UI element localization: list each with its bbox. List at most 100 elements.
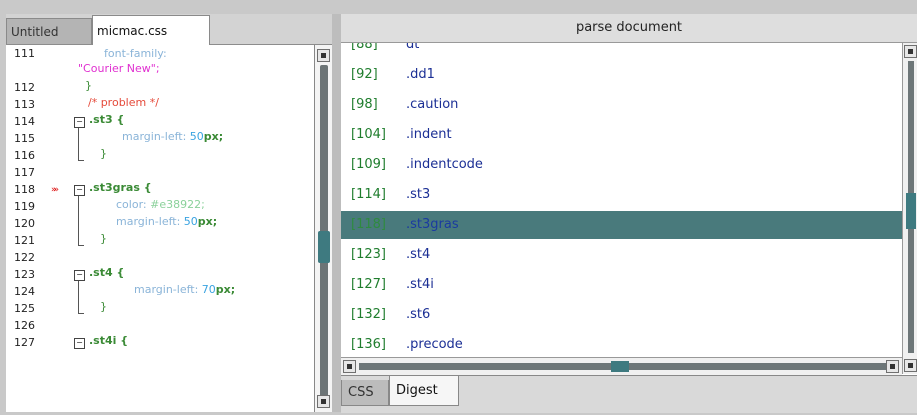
line-number: 111 [14,47,35,60]
code-line-111-cont: "Courier New"; [78,62,160,75]
code-area[interactable]: font-family: "Courier New"; } /* problem… [74,45,314,412]
fold-region-bracket [78,196,84,246]
scroll-thumb[interactable] [906,193,916,229]
fold-toggle-icon[interactable]: − [74,185,85,196]
document-outline-pane: parse document [88] dt [92] .dd1 [98] .cautio… [341,14,917,413]
selector-name: .st4i [406,277,434,292]
css-value-number: 50 [189,130,204,143]
code-line-119: color: #e38922; [116,198,205,211]
selector-name: dt [406,43,420,52]
fold-region-bracket [78,128,84,161]
selector-name: .dd1 [406,67,435,82]
line-number: 123 [14,268,35,281]
scroll-down-button[interactable] [317,395,330,408]
selector-list-item[interactable]: [136] .precode [341,331,902,359]
editor-pane: Untitled micmac.css 111 112 113 114 115 116 11… [6,14,333,412]
selector-list-item[interactable]: [109] .indentcode [341,151,902,179]
selector-list-item[interactable]: [132] .st6 [341,301,902,329]
code-line-113-comment: /* problem */ [88,96,159,109]
outline-vertical-scrollbar[interactable] [902,43,917,374]
code-line-124: margin-left: 70px; [134,283,235,296]
parse-document-button[interactable]: parse document [341,14,917,43]
css-property: margin-left: [116,215,181,228]
selector-name: .indentcode [406,157,483,172]
css-property: color: [116,198,147,211]
line-number: 122 [14,251,35,264]
editor-tab-bar: Untitled micmac.css [6,14,332,45]
scroll-right-button[interactable] [886,360,899,373]
selector-list-item[interactable]: [92] .dd1 [341,61,902,89]
line-number: 125 [14,302,35,315]
line-number-gutter: 111 112 113 114 115 116 117 118 119 120 121 122 123 1… [6,45,74,412]
code-line-114-selector: .st3 { [89,113,125,126]
outline-horizontal-scrollbar[interactable] [341,357,902,375]
code-line-120: margin-left: 50px; [116,215,217,228]
selector-list-item[interactable]: [114] .st3 [341,181,902,209]
code-line-112: } [85,79,92,92]
selector-list-item[interactable]: [118] .st3gras [341,211,902,239]
line-number: 116 [14,149,35,162]
selector-line-number: [109] [351,157,386,172]
line-number: 121 [14,234,35,247]
selector-list-item[interactable]: [88] dt [341,43,902,59]
selector-list-item[interactable]: [98] .caution [341,91,902,119]
css-value-number: 50 [183,215,198,228]
scroll-thumb[interactable] [318,231,330,263]
tab-digest[interactable]: Digest [389,376,459,406]
selector-name: .st4 [406,247,431,262]
selector-line-number: [98] [351,97,378,112]
css-value-number: 70 [201,283,216,296]
selector-line-number: [118] [351,217,386,232]
scroll-left-button[interactable] [343,360,356,373]
css-color-value: #e38922; [150,198,205,211]
scroll-up-button[interactable] [317,49,330,62]
selector-list-item[interactable]: [123] .st4 [341,241,902,269]
scroll-thumb[interactable] [611,361,629,372]
scroll-down-button[interactable] [904,359,917,372]
selector-name: .caution [406,97,459,112]
css-value-unit: px; [215,283,236,296]
code-line-111: font-family: [104,47,167,60]
selector-list[interactable]: [88] dt [92] .dd1 [98] .caution [104] .indent [1… [341,43,902,374]
fold-toggle-icon[interactable]: − [74,270,85,281]
tab-micmac-css[interactable]: micmac.css [92,15,210,45]
selector-list-item[interactable]: [104] .indent [341,121,902,149]
css-value-unit: px; [203,130,224,143]
selector-line-number: [92] [351,67,378,82]
css-property: margin-left: [122,130,187,143]
selector-line-number: [104] [351,127,386,142]
line-number: 118 [14,183,35,196]
selector-name: .precode [406,337,463,352]
app-window: Untitled micmac.css 111 112 113 114 115 116 11… [0,0,917,415]
editor-vertical-scrollbar[interactable] [314,45,333,412]
scroll-up-button[interactable] [904,45,917,58]
selector-line-number: [132] [351,307,386,322]
selector-line-number: [123] [351,247,386,262]
line-number: 114 [14,115,35,128]
selector-name: .indent [406,127,452,142]
css-value-unit: px; [197,215,218,228]
line-number: 112 [14,81,35,94]
tab-css[interactable]: CSS [341,380,389,406]
selector-line-number: [114] [351,187,386,202]
outline-tab-bar: CSS Digest [341,375,917,413]
fold-toggle-icon[interactable]: − [74,117,85,128]
breakpoint-marker-icon[interactable]: »» [51,185,59,195]
selector-line-number: [136] [351,337,386,352]
line-number: 126 [14,319,35,332]
code-line-116: } [100,147,107,160]
tab-untitled[interactable]: Untitled [6,18,92,44]
line-number: 117 [14,166,35,179]
fold-region-bracket [78,281,84,314]
code-line-121: } [100,232,107,245]
selector-list-item[interactable]: [127] .st4i [341,271,902,299]
code-line-123-selector: .st4 { [89,266,125,279]
selector-line-number: [127] [351,277,386,292]
line-number: 127 [14,336,35,349]
line-number: 124 [14,285,35,298]
css-property: margin-left: [134,283,199,296]
code-line-125: } [100,300,107,313]
pane-splitter[interactable] [332,14,341,412]
fold-toggle-icon[interactable]: − [74,338,85,349]
line-number: 115 [14,132,35,145]
